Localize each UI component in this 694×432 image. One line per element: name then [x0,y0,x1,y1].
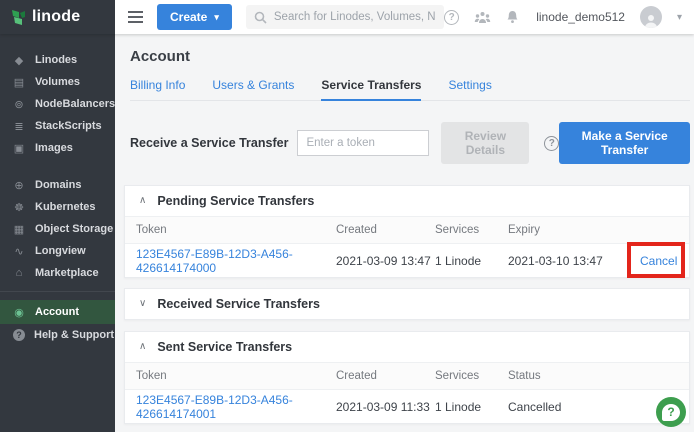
receive-help-icon[interactable]: ? [544,136,559,151]
sidebar-item-marketplace[interactable]: ⌂ Marketplace [0,262,115,284]
avatar[interactable] [640,6,662,28]
help-icon[interactable]: ? [444,10,459,25]
sent-table-row: 123E4567-E89B-12D3-A456-426614174001 202… [125,389,689,423]
tab-service-transfers[interactable]: Service Transfers [321,78,421,101]
hamburger-menu-icon[interactable] [128,11,143,23]
support-chat-button[interactable]: ? [656,397,686,427]
sidebar-item-images[interactable]: ▣ Images [0,137,115,159]
nodebalancers-icon: ⊚ [12,98,26,111]
pending-transfers-card: ∧ Pending Service Transfers Token Create… [124,185,690,278]
volumes-icon: ▤ [12,76,26,89]
sidebar-item-linodes[interactable]: ◆ Linodes [0,49,115,71]
received-transfers-card: ∨ Received Service Transfers [124,288,690,320]
search-input[interactable] [274,11,436,23]
main-content: Account Billing Info Users & Grants Serv… [115,34,694,432]
sidebar-item-stackscripts[interactable]: ≣ StackScripts [0,115,115,137]
chat-help-icon: ? [662,404,680,421]
sidebar-divider [0,291,115,292]
collapse-chevron-icon: ∧ [139,196,146,206]
sidebar-item-help-support[interactable]: ? Help & Support [0,324,115,346]
tab-settings[interactable]: Settings [448,78,491,101]
page-title: Account [130,48,690,65]
sent-table-header: Token Created Services Status [125,362,689,389]
object-storage-icon: ▦ [12,223,26,236]
pending-services: 1 Linode [435,254,508,268]
pending-token-link[interactable]: 123E4567-E89B-12D3-A456-426614174000 [136,247,293,275]
expand-chevron-icon: ∨ [139,299,146,309]
stackscripts-icon: ≣ [12,120,26,133]
linodes-icon: ◆ [12,54,26,67]
help-support-icon: ? [13,329,25,341]
sidebar-item-volumes[interactable]: ▤ Volumes [0,71,115,93]
token-input[interactable] [297,130,429,156]
pending-transfers-header[interactable]: ∧ Pending Service Transfers [125,186,689,216]
sent-token-link[interactable]: 123E4567-E89B-12D3-A456-426614174001 [136,393,293,421]
account-menu-chevron-icon[interactable]: ▾ [677,12,682,23]
account-tabs: Billing Info Users & Grants Service Tran… [130,78,690,101]
domains-icon: ⊕ [12,179,26,192]
linode-logo-icon [11,9,26,26]
sidebar-item-kubernetes[interactable]: ☸ Kubernetes [0,196,115,218]
longview-icon: ∿ [12,245,26,258]
create-button[interactable]: Create ▾ [157,4,232,30]
pending-table-row: 123E4567-E89B-12D3-A456-426614174000 202… [125,243,689,277]
marketplace-icon: ⌂ [12,267,26,279]
sent-services: 1 Linode [435,400,508,414]
pending-expiry: 2021-03-10 13:47 [508,254,640,268]
kubernetes-icon: ☸ [12,201,26,214]
sent-status: Cancelled [508,400,677,414]
make-service-transfer-button[interactable]: Make a Service Transfer [559,122,690,164]
sent-transfers-card: ∧ Sent Service Transfers Token Created S… [124,331,690,424]
logo-text: linode [32,8,80,26]
sent-transfers-header[interactable]: ∧ Sent Service Transfers [125,332,689,362]
sidebar-item-longview[interactable]: ∿ Longview [0,240,115,262]
search-icon [254,11,267,24]
pending-table-header: Token Created Services Expiry [125,216,689,243]
receive-transfer-label: Receive a Service Transfer [130,136,288,150]
tab-users-grants[interactable]: Users & Grants [212,78,294,101]
sidebar: ◆ Linodes ▤ Volumes ⊚ NodeBalancers ≣ St… [0,34,115,432]
sidebar-item-nodebalancers[interactable]: ⊚ NodeBalancers [0,93,115,115]
sidebar-item-account[interactable]: ◉ Account [0,300,115,324]
account-icon: ◉ [12,306,26,319]
images-icon: ▣ [12,142,26,155]
tab-billing-info[interactable]: Billing Info [130,78,185,101]
username[interactable]: linode_demo512 [536,10,625,24]
sidebar-item-object-storage[interactable]: ▦ Object Storage [0,218,115,240]
chevron-down-icon: ▾ [214,12,219,23]
review-details-button[interactable]: Review Details [441,122,529,164]
notifications-bell-icon[interactable] [506,10,519,24]
global-search[interactable] [246,5,444,29]
top-bar: linode Create ▾ ? [0,0,694,34]
community-icon[interactable] [474,11,491,24]
sidebar-item-domains[interactable]: ⊕ Domains [0,174,115,196]
received-transfers-header[interactable]: ∨ Received Service Transfers [125,289,689,319]
cancel-transfer-link[interactable]: Cancel [640,254,677,268]
linode-logo[interactable]: linode [0,0,115,34]
pending-created: 2021-03-09 13:47 [336,254,435,268]
collapse-chevron-icon: ∧ [139,342,146,352]
sent-created: 2021-03-09 11:33 [336,400,435,414]
receive-transfer-row: Receive a Service Transfer Review Detail… [130,122,690,164]
